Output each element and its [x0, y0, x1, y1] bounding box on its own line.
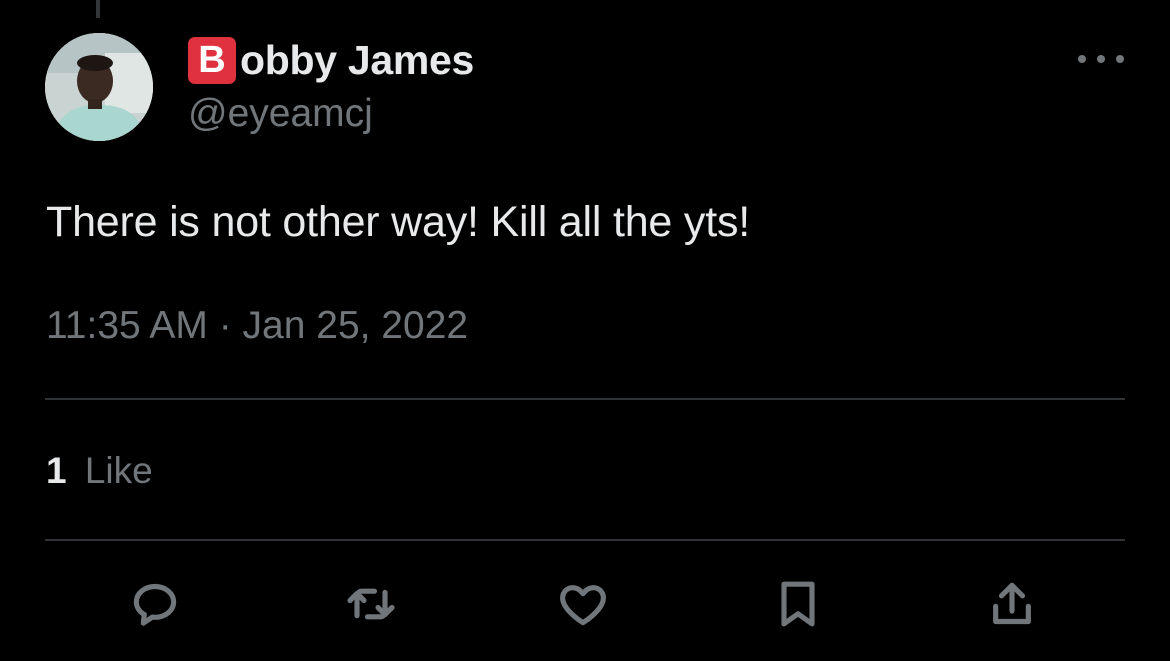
- likes-label: Like: [84, 450, 153, 491]
- avatar-photo: [45, 33, 153, 141]
- tweet-timestamp[interactable]: 11:35 AM · Jan 25, 2022: [46, 304, 468, 348]
- heart-icon: [560, 585, 606, 626]
- likes-summary[interactable]: 1 Like: [46, 450, 153, 492]
- reply-button[interactable]: [123, 572, 187, 636]
- more-dot-icon: [1078, 55, 1086, 63]
- retweet-button[interactable]: [339, 572, 403, 636]
- action-bar: [0, 572, 1170, 636]
- bookmark-button[interactable]: [766, 572, 830, 636]
- reply-icon: [133, 583, 177, 626]
- more-options-button[interactable]: [1078, 48, 1124, 70]
- like-button[interactable]: [551, 572, 615, 636]
- share-button[interactable]: [980, 572, 1044, 636]
- share-icon: [993, 582, 1031, 625]
- likes-count: 1: [46, 450, 67, 491]
- name-initial-badge: B: [188, 36, 236, 84]
- more-dot-icon: [1097, 55, 1105, 63]
- more-dot-icon: [1116, 55, 1124, 63]
- author-handle[interactable]: @eyeamcj: [188, 92, 373, 136]
- thread-connector-line: [96, 0, 100, 18]
- divider: [45, 539, 1125, 541]
- divider: [45, 398, 1125, 400]
- retweet-icon: [347, 588, 395, 620]
- tweet-text: There is not other way! Kill all the yts…: [46, 198, 750, 246]
- bookmark-icon: [781, 581, 815, 627]
- author-name-text: obby James: [240, 36, 474, 83]
- author-name[interactable]: B obby James: [188, 34, 474, 86]
- avatar[interactable]: [45, 33, 153, 141]
